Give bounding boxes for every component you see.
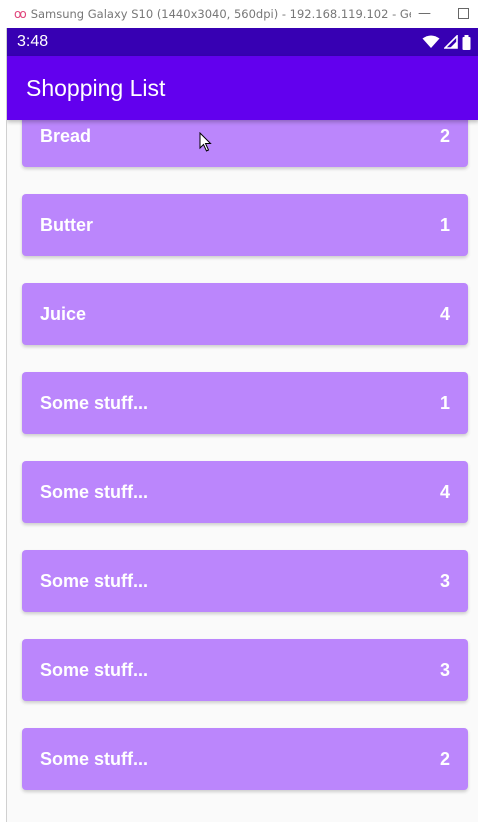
item-quantity: 4 (439, 303, 450, 324)
item-name: Some stuff... (40, 748, 149, 769)
item-name: Some stuff... (40, 481, 149, 502)
list-item[interactable]: Butter 1 (22, 194, 468, 256)
item-quantity: 4 (439, 481, 450, 502)
status-time: 3:48 (17, 33, 49, 50)
maximize-button[interactable] (458, 8, 469, 19)
list-item[interactable]: Some stuff... 3 (22, 639, 468, 701)
item-name: Some stuff... (40, 392, 149, 413)
item-name: Juice (40, 303, 87, 324)
item-quantity: 1 (439, 392, 450, 413)
status-bar: 3:48 (7, 28, 478, 56)
emulator-window-title: Samsung Galaxy S10 (1440x3040, 560dpi) -… (30, 7, 411, 21)
item-quantity: 3 (439, 570, 450, 591)
item-quantity: 2 (439, 125, 450, 146)
list-item[interactable]: Some stuff... 3 (22, 550, 468, 612)
item-quantity: 2 (439, 748, 450, 769)
item-name: Some stuff... (40, 570, 149, 591)
item-name: Bread (40, 125, 92, 146)
app-bar: Shopping List (7, 56, 478, 120)
genymotion-logo-icon: oo (14, 7, 27, 21)
list-item[interactable]: Some stuff... 4 (22, 461, 468, 523)
emulator-title-bar: oo Samsung Galaxy S10 (1440x3040, 560dpi… (0, 0, 478, 28)
cellular-signal-icon (444, 35, 458, 49)
list-item[interactable]: Some stuff... 1 (22, 372, 468, 434)
status-icons (422, 34, 471, 50)
mouse-cursor-icon (199, 132, 212, 152)
page-title: Shopping List (26, 74, 166, 101)
wifi-icon (422, 35, 440, 48)
item-name: Some stuff... (40, 659, 149, 680)
item-name: Butter (40, 214, 93, 235)
list-item[interactable]: Juice 4 (22, 283, 468, 345)
battery-icon (462, 34, 471, 50)
item-quantity: 1 (439, 214, 450, 235)
item-quantity: 3 (439, 659, 450, 680)
list-item[interactable]: Some stuff... 2 (22, 728, 468, 790)
minimize-button[interactable]: — (418, 6, 431, 21)
